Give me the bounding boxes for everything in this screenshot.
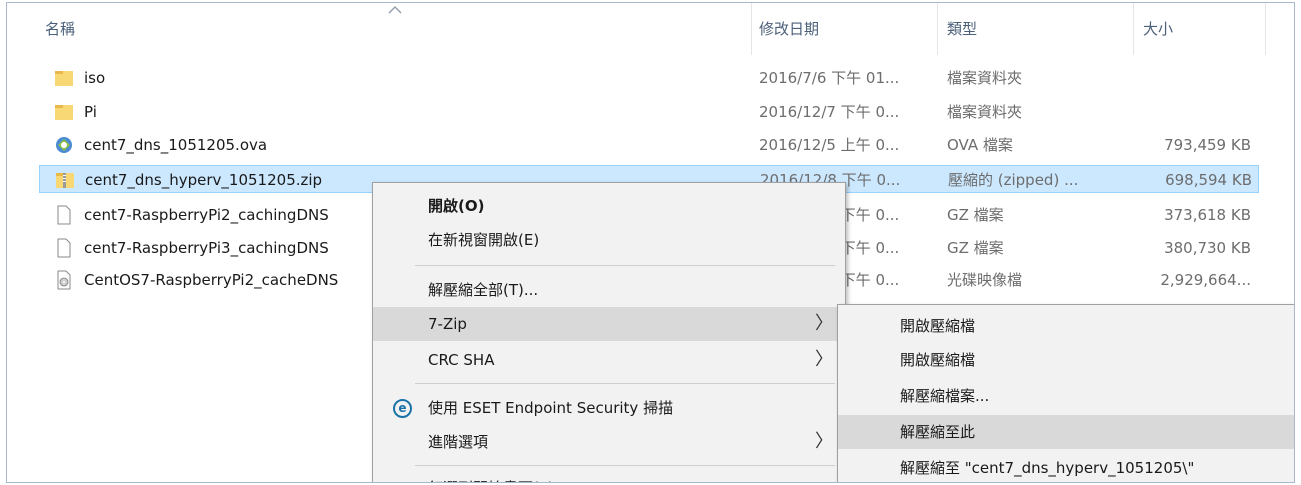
menu-item-7zip[interactable]: 7-Zip 〉 bbox=[373, 307, 845, 341]
file-type: 光碟映像檔 bbox=[947, 271, 1023, 289]
file-icon bbox=[57, 205, 71, 225]
file-name: cent7_dns_1051205.ova bbox=[84, 136, 268, 154]
column-header-name[interactable]: 名稱 bbox=[37, 3, 75, 55]
file-name: CentOS7-RaspberryPi2_cacheDNS bbox=[84, 271, 339, 289]
file-type: 檔案資料夾 bbox=[947, 103, 1023, 121]
menu-separator bbox=[415, 265, 835, 266]
file-name: iso bbox=[84, 69, 106, 87]
file-name: cent7-RaspberryPi2_cachingDNS bbox=[84, 206, 329, 224]
file-row[interactable]: cent7_dns_1051205.ova 2016/12/5 上午 0... … bbox=[39, 131, 1259, 159]
submenu-item-extract-to-folder[interactable]: 解壓縮至 "cent7_dns_hyperv_1051205\" bbox=[838, 451, 1294, 482]
file-type: 檔案資料夾 bbox=[947, 69, 1023, 87]
submenu-item-extract-here[interactable]: 解壓縮至此 bbox=[838, 415, 1294, 449]
menu-separator bbox=[415, 383, 835, 384]
context-menu: 開啟(O) 在新視窗開啟(E) 解壓縮全部(T)... 7-Zip 〉 CRC … bbox=[372, 182, 846, 482]
zip-folder-icon bbox=[56, 173, 74, 188]
file-date: 2016/7/6 下午 01... bbox=[759, 69, 900, 87]
submenu-item-open-archive[interactable]: 開啟壓縮檔 bbox=[838, 309, 1294, 343]
menu-item-advanced-label: 進階選項 bbox=[428, 433, 489, 451]
file-row[interactable]: iso 2016/7/6 下午 01... 檔案資料夾 bbox=[39, 64, 1259, 92]
file-size: 380,730 KB bbox=[1164, 239, 1251, 257]
file-name: cent7-RaspberryPi3_cachingDNS bbox=[84, 239, 329, 257]
menu-item-eset-label: 使用 ESET Endpoint Security 掃描 bbox=[428, 399, 674, 417]
file-name: Pi bbox=[84, 103, 97, 121]
file-size bbox=[1145, 98, 1257, 126]
menu-item-open[interactable]: 開啟(O) bbox=[373, 189, 845, 223]
file-type: 壓縮的 (zipped) ... bbox=[948, 171, 1079, 189]
7zip-submenu: 開啟壓縮檔 開啟壓縮檔 解壓縮檔案... 解壓縮至此 解壓縮至 "cent7_d… bbox=[837, 304, 1294, 482]
file-explorer-list: 名稱 修改日期 類型 大小 iso 2016/7/6 下午 01... 檔案資料… bbox=[6, 2, 1295, 483]
menu-item-7zip-label: 7-Zip bbox=[428, 315, 467, 333]
ova-file-icon bbox=[56, 137, 72, 153]
column-divider[interactable] bbox=[1133, 3, 1134, 55]
sort-ascending-icon bbox=[388, 6, 402, 14]
file-type: GZ 檔案 bbox=[947, 206, 1004, 224]
file-date: 2016/12/5 上午 0... bbox=[759, 136, 900, 154]
column-divider[interactable] bbox=[937, 3, 938, 55]
submenu-item-open-archive-alt[interactable]: 開啟壓縮檔 bbox=[838, 343, 1294, 377]
file-size bbox=[1145, 64, 1257, 92]
menu-item-extract-all[interactable]: 解壓縮全部(T)... bbox=[373, 273, 845, 307]
file-size: 2,929,664... bbox=[1160, 271, 1251, 289]
chevron-right-icon: 〉 bbox=[815, 349, 833, 370]
folder-icon bbox=[55, 71, 73, 86]
file-name: cent7_dns_hyperv_1051205.zip bbox=[85, 171, 323, 189]
file-size: 373,618 KB bbox=[1164, 206, 1251, 224]
menu-item-open-new-window[interactable]: 在新視窗開啟(E) bbox=[373, 223, 845, 257]
menu-item-advanced[interactable]: 進階選項 〉 bbox=[373, 425, 845, 459]
submenu-item-extract-files[interactable]: 解壓縮檔案... bbox=[838, 379, 1294, 413]
disc-image-icon bbox=[57, 270, 71, 290]
menu-item-eset-scan[interactable]: e 使用 ESET Endpoint Security 掃描 bbox=[373, 391, 845, 425]
file-type: OVA 檔案 bbox=[947, 136, 1013, 154]
column-header-type[interactable]: 類型 bbox=[939, 3, 977, 55]
column-header-date[interactable]: 修改日期 bbox=[751, 3, 819, 55]
column-divider[interactable] bbox=[1265, 3, 1266, 55]
menu-item-crc-sha[interactable]: CRC SHA 〉 bbox=[373, 343, 845, 377]
column-header-bar: 名稱 修改日期 類型 大小 bbox=[7, 3, 1294, 55]
menu-separator bbox=[415, 465, 835, 466]
file-date: 2016/12/7 下午 0... bbox=[759, 103, 900, 121]
chevron-right-icon: 〉 bbox=[815, 313, 833, 334]
menu-item-crc-sha-label: CRC SHA bbox=[428, 351, 495, 369]
file-row[interactable]: Pi 2016/12/7 下午 0... 檔案資料夾 bbox=[39, 98, 1259, 126]
eset-icon: e bbox=[393, 399, 412, 418]
file-size: 698,594 KB bbox=[1165, 171, 1252, 189]
folder-icon bbox=[55, 105, 73, 120]
file-size: 793,459 KB bbox=[1164, 136, 1251, 154]
file-type: GZ 檔案 bbox=[947, 239, 1004, 257]
column-header-size[interactable]: 大小 bbox=[1135, 3, 1173, 55]
file-icon bbox=[57, 238, 71, 258]
chevron-right-icon: 〉 bbox=[815, 431, 833, 452]
menu-item-pin-start[interactable]: 釘選到開始畫面(P) bbox=[373, 471, 845, 482]
